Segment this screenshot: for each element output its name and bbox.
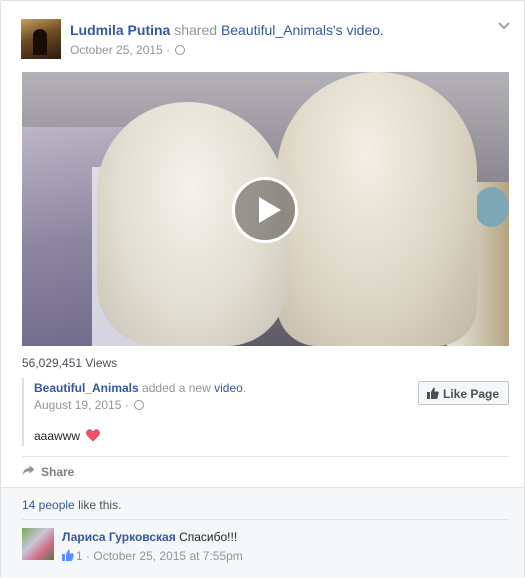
meta-separator: · (166, 43, 171, 57)
comment-meta: 1 · October 25, 2015 at 7:55pm (62, 549, 243, 563)
heart-icon (86, 429, 101, 442)
shared-page-link[interactable]: Beautiful_Animals (221, 22, 333, 38)
divider (22, 519, 509, 520)
attachment-added-text: added a new (142, 381, 211, 395)
globe-icon (175, 45, 186, 55)
attachment-timestamp[interactable]: August 19, 2015 (34, 398, 121, 412)
post-date: October 25, 2015 · (70, 43, 186, 57)
like-page-label: Like Page (443, 387, 500, 401)
attachment-caption: aaawww (34, 429, 101, 443)
like-page-button[interactable]: Like Page (418, 381, 509, 405)
commenter-name-link[interactable]: Лариса Гурковская (62, 530, 176, 544)
meta-separator: · (124, 398, 129, 412)
chevron-down-icon[interactable] (498, 19, 512, 33)
video-cup-shape (474, 187, 509, 227)
author-avatar[interactable] (21, 19, 61, 59)
video-player[interactable] (22, 72, 509, 346)
share-arrow-icon (22, 464, 35, 479)
shared-text: shared (174, 22, 218, 38)
comment-timestamp[interactable]: October 25, 2015 at 7:55pm (93, 549, 242, 563)
likes-people-link[interactable]: 14 people (22, 498, 75, 512)
post-timestamp[interactable]: October 25, 2015 (70, 43, 163, 57)
globe-icon (134, 400, 145, 410)
attachment-page-link[interactable]: Beautiful_Animals (34, 381, 139, 395)
video-kitten-right (277, 72, 477, 346)
thumbs-up-icon (62, 549, 74, 561)
shared-suffix[interactable]: 's video. (333, 22, 384, 38)
share-button[interactable]: Share (22, 464, 74, 479)
commenter-avatar[interactable] (22, 528, 54, 560)
caption-text: aaawww (34, 429, 81, 443)
attachment-video-link[interactable]: video (214, 381, 243, 395)
post-header-line: Ludmila Putina shared Beautiful_Animals'… (70, 22, 384, 38)
attachment-date: August 19, 2015 · (34, 398, 145, 412)
attachment-period: . (242, 381, 247, 395)
comment-text: Спасибо!!! (179, 530, 238, 544)
comment-like-count[interactable]: 1 (76, 549, 83, 563)
meta-separator: · (86, 549, 91, 563)
post-card: Ludmila Putina shared Beautiful_Animals'… (0, 0, 525, 578)
likes-summary: 14 people like this. (22, 498, 121, 512)
video-view-count: 56,029,451 Views (22, 356, 118, 370)
play-icon[interactable] (232, 177, 298, 243)
author-name-link[interactable]: Ludmila Putina (70, 22, 170, 38)
likes-text: like this. (78, 498, 122, 512)
thumbs-up-icon (427, 387, 439, 399)
attachment-header-line: Beautiful_Animals added a new video. (34, 381, 246, 395)
comment-body: Лариса Гурковская Спасибо!!! (62, 530, 237, 544)
divider (22, 456, 509, 457)
share-label: Share (41, 465, 75, 479)
attachment-divider (22, 378, 24, 446)
